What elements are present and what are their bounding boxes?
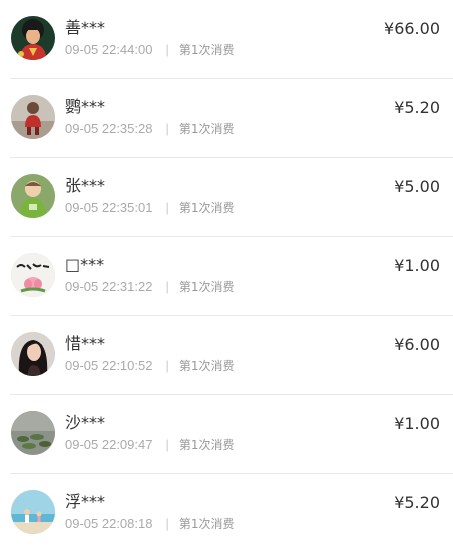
donor-name: 沙***	[65, 413, 106, 432]
separator: |	[165, 358, 169, 373]
donation-amount: ¥1.00	[394, 414, 440, 433]
donation-amount: ¥1.00	[394, 256, 440, 275]
donation-count: 第1次消费	[178, 201, 235, 215]
donation-list: 善*** 09-05 22:44:00 | 第1次消费 ¥66.00 鹦*** 09…	[0, 0, 453, 548]
avatar-woman-icon	[11, 332, 55, 376]
donation-time: 09-05 22:44:00	[65, 42, 153, 57]
donor-name: □***	[65, 255, 105, 274]
list-item[interactable]: □*** 09-05 22:31:22 | 第1次消费 ¥1.00	[10, 237, 453, 316]
list-item[interactable]: 鹦*** 09-05 22:35:28 | 第1次消费 ¥5.20	[10, 79, 453, 158]
donation-meta: 09-05 22:08:18 | 第1次消费	[65, 516, 235, 532]
avatar-child-red-icon	[11, 95, 55, 139]
separator: |	[165, 516, 169, 531]
donor-name: 张***	[65, 176, 106, 195]
donation-count: 第1次消费	[178, 280, 235, 294]
donation-meta: 09-05 22:35:01 | 第1次消费	[65, 200, 235, 216]
list-item[interactable]: 张*** 09-05 22:35:01 | 第1次消费 ¥5.00	[10, 158, 453, 237]
list-item[interactable]: 浮*** 09-05 22:08:18 | 第1次消费 ¥5.20	[10, 474, 453, 548]
donation-count: 第1次消费	[178, 517, 235, 531]
avatar-lotus-calligraphy-icon	[11, 253, 55, 297]
donation-meta: 09-05 22:31:22 | 第1次消费	[65, 279, 235, 295]
donation-time: 09-05 22:08:18	[65, 516, 153, 531]
list-item[interactable]: 善*** 09-05 22:44:00 | 第1次消费 ¥66.00	[10, 0, 453, 79]
donation-count: 第1次消费	[178, 359, 235, 373]
separator: |	[165, 42, 169, 57]
donation-meta: 09-05 22:44:00 | 第1次消费	[65, 42, 235, 58]
donation-time: 09-05 22:35:01	[65, 200, 153, 215]
avatar-baby-green-icon	[11, 174, 55, 218]
donor-name: 鹦***	[65, 97, 106, 116]
donation-amount: ¥66.00	[384, 19, 440, 38]
donation-meta: 09-05 22:09:47 | 第1次消费	[65, 437, 235, 453]
donor-name: 惜***	[65, 334, 106, 353]
donation-time: 09-05 22:10:52	[65, 358, 153, 373]
donation-count: 第1次消费	[178, 438, 235, 452]
separator: |	[165, 121, 169, 136]
separator: |	[165, 279, 169, 294]
donation-amount: ¥5.20	[394, 98, 440, 117]
avatar-beach-icon	[11, 490, 55, 534]
donation-amount: ¥5.20	[394, 493, 440, 512]
donation-amount: ¥5.00	[394, 177, 440, 196]
separator: |	[165, 437, 169, 452]
donation-meta: 09-05 22:10:52 | 第1次消费	[65, 358, 235, 374]
donation-amount: ¥6.00	[394, 335, 440, 354]
donation-count: 第1次消费	[178, 43, 235, 57]
avatar-lotus-pond-icon	[11, 411, 55, 455]
donation-time: 09-05 22:31:22	[65, 279, 153, 294]
donor-name: 善***	[65, 18, 106, 37]
donation-count: 第1次消费	[178, 122, 235, 136]
donation-meta: 09-05 22:35:28 | 第1次消费	[65, 121, 235, 137]
list-item[interactable]: 惜*** 09-05 22:10:52 | 第1次消费 ¥6.00	[10, 316, 453, 395]
donor-name: 浮***	[65, 492, 106, 511]
donation-time: 09-05 22:35:28	[65, 121, 153, 136]
donation-time: 09-05 22:09:47	[65, 437, 153, 452]
list-item[interactable]: 沙*** 09-05 22:09:47 | 第1次消费 ¥1.00	[10, 395, 453, 474]
avatar-girl-red-icon	[11, 16, 55, 60]
separator: |	[165, 200, 169, 215]
